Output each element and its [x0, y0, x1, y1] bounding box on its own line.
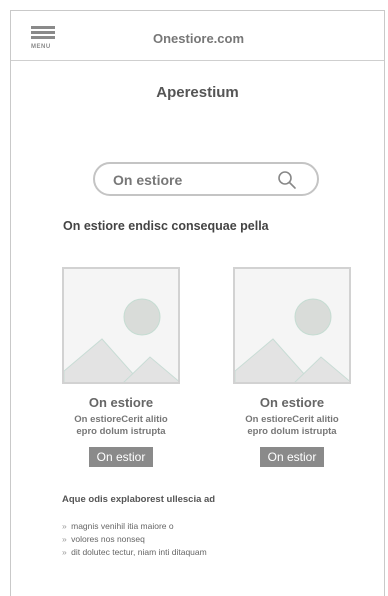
- menu-button[interactable]: MENU: [31, 26, 55, 54]
- search-icon[interactable]: [277, 170, 297, 190]
- card-title: On estiore: [88, 395, 154, 410]
- card-button[interactable]: On estior: [88, 447, 154, 467]
- hamburger-icon-bar-1: [31, 26, 55, 29]
- site-name[interactable]: Onestiore.com: [153, 31, 244, 46]
- list-item: » magnis venihil itia maiore o: [62, 520, 207, 533]
- list-item: » dit dolutec tectur, niam inti ditaquam: [62, 546, 207, 559]
- list-item-text: magnis venihil itia maiore o: [71, 521, 174, 531]
- card-description-line: On estioreCerit alitio: [74, 414, 168, 425]
- product-card-2: On estiore On estioreCerit alitio epro d…: [233, 267, 351, 467]
- chevron-right-icon: »: [62, 534, 67, 544]
- image-placeholder-icon[interactable]: [62, 267, 180, 384]
- image-placeholder-icon[interactable]: [233, 267, 351, 384]
- hamburger-icon-bar-3: [31, 36, 55, 39]
- card-description-line: On estioreCerit alitio: [245, 414, 339, 425]
- card-description: On estioreCerit alitio epro dolum istrup…: [233, 414, 351, 438]
- section-heading: On estiore endisc consequae pella: [63, 219, 269, 233]
- list-item-text: dit dolutec tectur, niam inti ditaquam: [71, 547, 207, 557]
- bullet-list: » magnis venihil itia maiore o » volores…: [62, 520, 207, 559]
- chevron-right-icon: »: [62, 547, 67, 557]
- card-title: On estiore: [259, 395, 325, 410]
- list-item-text: volores nos nonseq: [71, 534, 145, 544]
- search-bar[interactable]: [93, 162, 319, 196]
- card-description-line: epro dolum istrupta: [76, 426, 166, 437]
- hamburger-icon-bar-2: [31, 31, 55, 34]
- card-button[interactable]: On estior: [259, 447, 325, 467]
- card-description: On estioreCerit alitio epro dolum istrup…: [62, 414, 180, 438]
- list-heading: Aque odis explaborest ullescia ad: [62, 494, 216, 505]
- list-item: » volores nos nonseq: [62, 533, 207, 546]
- product-card-1: On estiore On estioreCerit alitio epro d…: [62, 267, 180, 467]
- chevron-right-icon: »: [62, 521, 67, 531]
- card-description-line: epro dolum istrupta: [247, 426, 337, 437]
- page-title: Aperestium: [156, 84, 239, 101]
- search-input[interactable]: [113, 171, 253, 189]
- top-bar: MENU Onestiore.com: [11, 11, 384, 61]
- menu-label: MENU: [31, 44, 51, 50]
- page-frame: MENU Onestiore.com Aperestium On estiore…: [10, 10, 385, 596]
